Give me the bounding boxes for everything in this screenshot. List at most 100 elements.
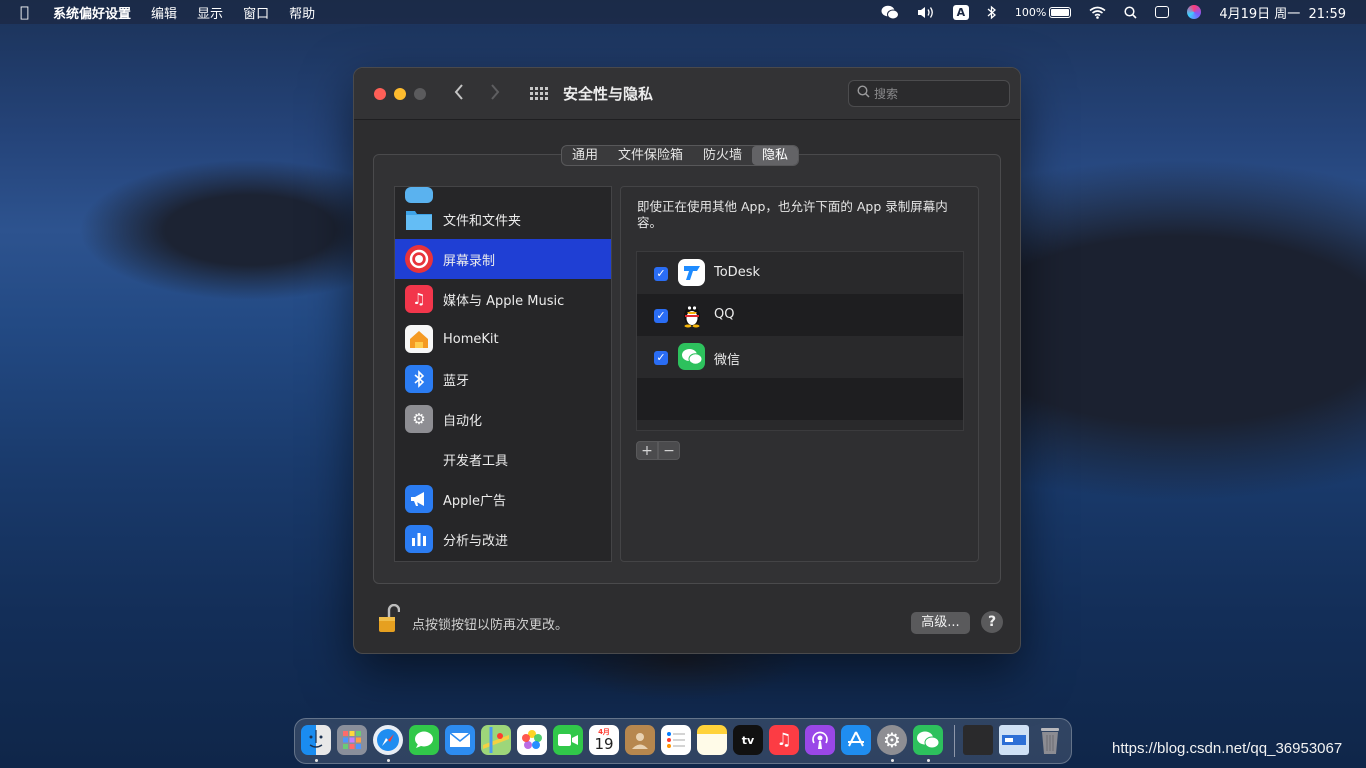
dock-wechat-icon[interactable] xyxy=(913,725,943,755)
tab-privacy[interactable]: 隐私 xyxy=(752,146,799,165)
megaphone-icon xyxy=(405,485,433,513)
app-row-wechat[interactable]: ✓ 微信 xyxy=(637,336,963,378)
dock-system-preferences-icon[interactable]: ⚙ xyxy=(877,725,907,755)
sidebar-item-label: 屏幕录制 xyxy=(443,253,496,269)
menu-app-name[interactable]: 系统偏好设置 xyxy=(43,3,141,22)
battery-percent: 100% xyxy=(1014,5,1047,19)
sidebar-item-label: 分析与改进 xyxy=(443,533,509,549)
sidebar-item-apple-ads[interactable]: Apple广告 xyxy=(395,479,611,519)
remove-app-button[interactable]: − xyxy=(658,441,680,460)
dock-trash-icon[interactable] xyxy=(1035,725,1065,755)
menu-window[interactable]: 窗口 xyxy=(233,3,279,22)
app-name: ToDesk xyxy=(714,265,760,280)
dock-calendar-icon[interactable]: 4月 19 xyxy=(589,725,619,755)
tab-firewall[interactable]: 防火墙 xyxy=(693,146,752,165)
app-row-qq[interactable]: ✓ QQ xyxy=(637,294,963,336)
menu-view[interactable]: 显示 xyxy=(187,3,233,22)
todesk-checkbox[interactable]: ✓ xyxy=(654,267,668,281)
sidebar-item-label: 自动化 xyxy=(443,413,483,429)
menu-help[interactable]: 帮助 xyxy=(279,3,325,22)
running-indicator xyxy=(315,759,318,762)
sidebar-item-homekit[interactable]: HomeKit xyxy=(395,319,611,359)
unlocked-padlock-icon[interactable] xyxy=(378,603,401,634)
dock-mail-icon[interactable] xyxy=(445,725,475,755)
qq-checkbox[interactable]: ✓ xyxy=(654,309,668,323)
running-indicator xyxy=(387,759,390,762)
tv-label: tv xyxy=(741,733,755,747)
sidebar-item-label: 蓝牙 xyxy=(443,373,470,389)
dock-facetime-icon[interactable] xyxy=(553,725,583,755)
music-note-icon: ♫ xyxy=(405,285,433,313)
privacy-category-list[interactable]: 文件和文件夹 屏幕录制 ♫ 媒体与 Apple Music HomeKit 蓝牙… xyxy=(394,186,612,562)
app-name: 微信 xyxy=(714,353,741,368)
qq-penguin-icon xyxy=(678,301,705,328)
bar-chart-icon xyxy=(405,525,433,553)
dock-notes-icon[interactable] xyxy=(697,725,727,755)
forward-button[interactable] xyxy=(490,81,500,105)
minimize-button[interactable] xyxy=(394,88,406,100)
dock-safari-icon[interactable] xyxy=(373,725,403,755)
bluetooth-status-icon[interactable] xyxy=(978,5,1006,20)
wechat-icon xyxy=(678,343,705,370)
add-remove-buttons: + − xyxy=(636,441,680,461)
search-field[interactable]: 搜索 xyxy=(848,80,1010,107)
dock-tv-icon[interactable]: tv xyxy=(733,725,763,755)
sidebar-item-screen-recording[interactable]: 屏幕录制 xyxy=(395,239,611,279)
menu-edit[interactable]: 编辑 xyxy=(141,3,187,22)
screen-recording-icon xyxy=(405,245,433,273)
sidebar-item-label: 文件和文件夹 xyxy=(443,213,522,229)
dock-downloads-stack-icon[interactable] xyxy=(999,725,1029,755)
dock-launchpad-icon[interactable] xyxy=(337,725,367,755)
empty-row xyxy=(637,378,963,420)
dock-messages-icon[interactable] xyxy=(409,725,439,755)
title-bar: 安全性与隐私 搜索 xyxy=(354,68,1020,120)
close-button[interactable] xyxy=(374,88,386,100)
dock-maps-icon[interactable] xyxy=(481,725,511,755)
spotlight-icon[interactable] xyxy=(1115,5,1146,19)
back-button[interactable] xyxy=(454,81,464,105)
menu-datetime[interactable]: 4月19日 周一 21:59 xyxy=(1210,3,1366,22)
window-title: 安全性与隐私 xyxy=(563,85,654,103)
tab-general[interactable]: 通用 xyxy=(562,146,608,165)
lock-message: 点按锁按钮以防再次更改。 xyxy=(412,618,569,633)
search-icon xyxy=(857,85,870,102)
siri-icon[interactable] xyxy=(1178,5,1210,19)
watermark-text: https://blog.csdn.net/qq_36953067 xyxy=(1112,740,1343,757)
apple-menu-icon[interactable]:  xyxy=(0,3,43,21)
home-icon xyxy=(405,325,433,353)
dock-photos-icon[interactable] xyxy=(517,725,547,755)
dock-finder-icon[interactable] xyxy=(301,725,331,755)
sidebar-item-files-folders[interactable]: 文件和文件夹 xyxy=(395,199,611,239)
volume-icon[interactable] xyxy=(908,6,944,19)
wechat-checkbox[interactable]: ✓ xyxy=(654,351,668,365)
sidebar-item-bluetooth[interactable]: 蓝牙 xyxy=(395,359,611,399)
sidebar-item-media-music[interactable]: ♫ 媒体与 Apple Music xyxy=(395,279,611,319)
input-source-icon[interactable]: A xyxy=(944,4,978,20)
show-all-grid-icon[interactable] xyxy=(530,87,548,101)
wifi-icon[interactable] xyxy=(1080,6,1115,19)
security-privacy-window: 安全性与隐私 搜索 通用 文件保险箱 防火墙 隐私 文件和文件夹 屏幕录制 ♫ … xyxy=(353,67,1021,654)
sidebar-item-label: 媒体与 Apple Music xyxy=(443,293,565,309)
app-name: QQ xyxy=(714,307,735,322)
battery-status[interactable]: 100% xyxy=(1006,6,1080,19)
app-list[interactable]: ✓ ToDesk ✓ QQ ✓ 微信 xyxy=(636,251,964,431)
dock-app-store-icon[interactable] xyxy=(841,725,871,755)
dock-minimized-window-icon[interactable] xyxy=(963,725,993,755)
sidebar-item-developer-tools[interactable]: 开发者工具 xyxy=(395,439,611,479)
app-row-todesk[interactable]: ✓ ToDesk xyxy=(637,252,963,294)
sidebar-item-analytics[interactable]: 分析与改进 xyxy=(395,519,611,559)
dock-podcasts-icon[interactable] xyxy=(805,725,835,755)
sidebar-item-automation[interactable]: ⚙ 自动化 xyxy=(395,399,611,439)
dock-contacts-icon[interactable] xyxy=(625,725,655,755)
zoom-button[interactable] xyxy=(414,88,426,100)
control-center-icon[interactable] xyxy=(1146,6,1178,18)
tab-bar: 通用 文件保险箱 防火墙 隐私 xyxy=(561,145,800,166)
dock-music-icon[interactable]: ♫ xyxy=(769,725,799,755)
wechat-status-icon[interactable] xyxy=(872,5,908,20)
advanced-button[interactable]: 高级... xyxy=(911,612,970,634)
add-app-button[interactable]: + xyxy=(636,441,658,460)
permission-description: 即使正在使用其他 App，也允许下面的 App 录制屏幕内容。 xyxy=(637,199,948,230)
dock-reminders-icon[interactable] xyxy=(661,725,691,755)
help-button[interactable]: ? xyxy=(981,611,1003,633)
tab-filevault[interactable]: 文件保险箱 xyxy=(608,146,693,165)
